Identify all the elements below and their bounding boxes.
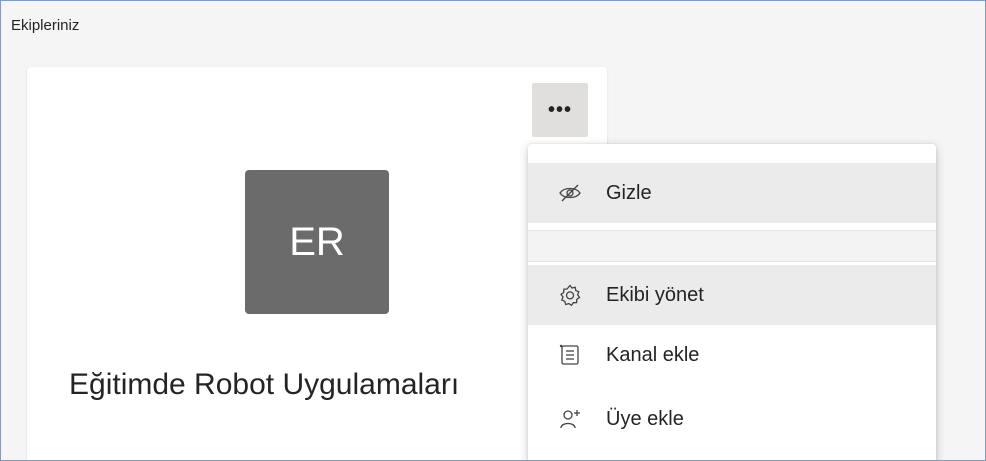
team-context-menu: Gizle Ekibi yönet Kanal ekle Üye ekle [528,144,936,460]
menu-item-add-channel[interactable]: Kanal ekle [528,325,936,385]
menu-divider [528,230,936,262]
gear-icon [558,283,582,307]
teams-panel: Ekipleriniz ••• ER Eğitimde Robot Uygula… [0,0,986,461]
team-card[interactable]: ••• ER Eğitimde Robot Uygulamaları [27,67,607,460]
team-avatar: ER [245,170,389,314]
menu-item-add-member[interactable]: Üye ekle [528,389,936,449]
menu-item-label: Gizle [606,181,652,204]
team-name: Eğitimde Robot Uygulamaları [69,368,460,401]
menu-item-label: Kanal ekle [606,343,700,366]
menu-item-label: Ekibi yönet [606,283,704,306]
menu-item-manage-team[interactable]: Ekibi yönet [528,265,936,325]
section-title: Ekipleriniz [11,17,80,34]
menu-item-label: Üye ekle [606,407,684,430]
hide-eye-icon [558,181,582,205]
add-member-icon [558,407,582,431]
more-options-button[interactable]: ••• [532,83,588,137]
channel-list-icon [558,343,582,367]
menu-item-hide[interactable]: Gizle [528,163,936,223]
